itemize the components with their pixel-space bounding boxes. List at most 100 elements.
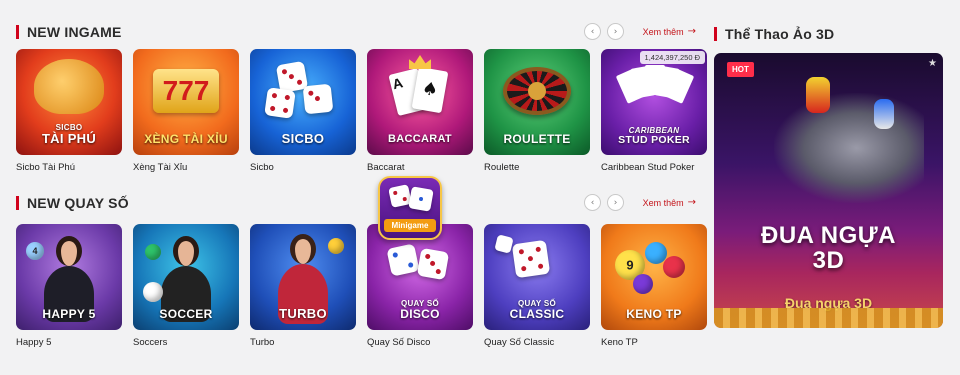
thumbnail-title: QUAY SỐ DISCO bbox=[400, 299, 440, 322]
game-card-sicbo-tai-phu[interactable]: SICBO TÀI PHÚ Sicbo Tài Phú bbox=[16, 49, 122, 173]
game-name: Quay Số Disco bbox=[367, 337, 431, 348]
section-header: Thể Thao Ảo 3D bbox=[714, 22, 943, 46]
soccer-ball-icon bbox=[143, 282, 163, 302]
dice-art bbox=[302, 83, 334, 115]
arrow-right-icon: → bbox=[687, 197, 696, 208]
carousel-nav: ‹ › bbox=[584, 23, 624, 40]
jockey-art bbox=[806, 77, 830, 113]
thumbnail-title: BACCARAT bbox=[388, 133, 452, 146]
dice-art bbox=[511, 239, 551, 279]
game-thumbnail[interactable]: 9 KENO TP bbox=[601, 224, 707, 330]
thumbnail-title: SICBO bbox=[281, 131, 325, 147]
horse-racing-banner[interactable]: HOT ★ ĐUA NGỰA 3D Đua ngựa 3D bbox=[714, 53, 943, 328]
jockey-art bbox=[874, 99, 894, 129]
thumbnail-title: CARIBBEAN STUD POKER bbox=[618, 125, 690, 146]
section-header: NEW QUAY SỐ ‹ › Xem thêm → bbox=[16, 191, 700, 215]
chevron-left-icon[interactable]: ‹ bbox=[584, 23, 601, 40]
game-thumbnail[interactable]: SOCCER bbox=[133, 224, 239, 330]
section-title: NEW QUAY SỐ bbox=[27, 195, 129, 211]
game-name: Keno TP bbox=[601, 337, 638, 348]
dice-art bbox=[416, 247, 450, 281]
see-more-label: Xem thêm bbox=[642, 26, 684, 37]
section-new-quay-so: NEW QUAY SỐ ‹ › Xem thêm → 4 HAPPY 5 Hap… bbox=[16, 191, 707, 348]
game-thumbnail[interactable]: 4 HAPPY 5 bbox=[16, 224, 122, 330]
game-card-xeng-tai-xiu[interactable]: 777 XÈNG TÀI XỈU Xèng Tài Xỉu bbox=[133, 49, 239, 173]
game-name: Soccers bbox=[133, 337, 168, 348]
game-thumbnail[interactable]: SICBO TÀI PHÚ bbox=[16, 49, 122, 155]
banner-title: ĐUA NGỰA 3D bbox=[760, 222, 896, 275]
host-head-art bbox=[56, 236, 82, 266]
minigame-label: Minigame bbox=[384, 219, 436, 232]
host-head-art bbox=[290, 234, 316, 264]
game-card-happy-5[interactable]: 4 HAPPY 5 Happy 5 bbox=[16, 224, 122, 348]
thumbnail-title: KENO TP bbox=[626, 307, 682, 322]
dragon-art bbox=[34, 59, 104, 114]
see-more-link[interactable]: Xem thêm → bbox=[643, 197, 696, 208]
chevron-right-icon[interactable]: › bbox=[607, 194, 624, 211]
dice-art bbox=[264, 87, 296, 119]
arrow-right-icon: → bbox=[687, 26, 696, 37]
game-card-keno-tp[interactable]: 9 KENO TP Keno TP bbox=[601, 224, 707, 348]
game-name: Baccarat bbox=[367, 162, 405, 173]
game-card-sicbo[interactable]: SICBO Sicbo bbox=[250, 49, 356, 173]
thumbnail-title: TURBO bbox=[279, 306, 327, 322]
chevron-right-icon[interactable]: › bbox=[607, 23, 624, 40]
see-more-label: Xem thêm bbox=[642, 197, 684, 208]
star-icon[interactable]: ★ bbox=[928, 58, 937, 69]
host-head-art bbox=[173, 236, 199, 266]
game-name: Xèng Tài Xỉu bbox=[133, 162, 188, 173]
dice-art bbox=[494, 234, 514, 254]
game-name: Sicbo bbox=[250, 162, 274, 173]
crown-icon bbox=[409, 55, 431, 69]
thumbnail-title: ROULETTE bbox=[503, 132, 571, 147]
lottery-ball-icon bbox=[145, 244, 161, 260]
roulette-center-art bbox=[528, 82, 546, 100]
see-more-link[interactable]: Xem thêm → bbox=[643, 26, 696, 37]
chevron-left-icon[interactable]: ‹ bbox=[584, 194, 601, 211]
horse-art bbox=[774, 93, 924, 203]
section-accent-bar bbox=[16, 25, 19, 39]
section-accent-bar bbox=[714, 27, 717, 41]
game-name: Turbo bbox=[250, 337, 275, 348]
game-name: Quay Số Classic bbox=[484, 337, 555, 348]
game-thumbnail[interactable]: A ♠ BACCARAT bbox=[367, 49, 473, 155]
section-title: Thể Thao Ảo 3D bbox=[725, 26, 835, 42]
game-thumbnail[interactable]: QUAY SỐ CLASSIC bbox=[484, 224, 590, 330]
game-name: Sicbo Tài Phú bbox=[16, 162, 75, 173]
section-header: NEW INGAME ‹ › Xem thêm → bbox=[16, 20, 700, 44]
dice-art bbox=[386, 243, 420, 277]
lottery-ball-icon: 4 bbox=[26, 242, 44, 260]
game-card-soccers[interactable]: SOCCER Soccers bbox=[133, 224, 239, 348]
lottery-ball-icon bbox=[328, 238, 344, 254]
game-name: Happy 5 bbox=[16, 337, 52, 348]
game-card-turbo[interactable]: TURBO Turbo bbox=[250, 224, 356, 348]
game-card-roulette[interactable]: ROULETTE Roulette bbox=[484, 49, 590, 173]
game-thumbnail[interactable]: 1,424,397,250 Đ CARIBBEAN STUD POKER bbox=[601, 49, 707, 155]
thumbnail-title: SICBO TÀI PHÚ bbox=[41, 122, 97, 147]
section-new-ingame: NEW INGAME ‹ › Xem thêm → SICBO TÀI PHÚ … bbox=[16, 20, 707, 173]
game-thumbnail[interactable]: SICBO bbox=[250, 49, 356, 155]
section-accent-bar bbox=[16, 196, 19, 210]
spade-card-art: ♠ bbox=[411, 66, 449, 114]
hot-badge: HOT bbox=[727, 62, 754, 77]
carousel-nav: ‹ › bbox=[584, 194, 624, 211]
thumbnail-title: HAPPY 5 bbox=[42, 307, 96, 322]
game-thumbnail[interactable]: TURBO bbox=[250, 224, 356, 330]
game-card-quay-so-classic[interactable]: QUAY SỐ CLASSIC Quay Số Classic bbox=[484, 224, 590, 348]
lottery-ball-icon bbox=[663, 256, 685, 278]
seven-symbol-art: 777 bbox=[162, 75, 210, 106]
lottery-ball-icon bbox=[633, 274, 653, 294]
thumbnail-title: QUAY SỐ CLASSIC bbox=[509, 299, 565, 322]
game-card-baccarat[interactable]: A ♠ BACCARAT Baccarat bbox=[367, 49, 473, 173]
dice-art bbox=[408, 186, 434, 212]
thumbnail-title: XÈNG TÀI XỈU bbox=[144, 132, 228, 147]
game-thumbnail[interactable]: 777 XÈNG TÀI XỈU bbox=[133, 49, 239, 155]
section-title: NEW INGAME bbox=[27, 24, 122, 40]
coins-decoration bbox=[714, 308, 943, 328]
game-name: Caribbean Stud Poker bbox=[601, 162, 695, 173]
game-thumbnail[interactable]: ROULETTE bbox=[484, 49, 590, 155]
game-card-caribbean-stud-poker[interactable]: 1,424,397,250 Đ CARIBBEAN STUD POKER Car… bbox=[601, 49, 707, 173]
virtual-sports-panel: Thể Thao Ảo 3D HOT ★ ĐUA NGỰA 3D Đua ngự… bbox=[714, 22, 943, 328]
game-card-quay-so-disco[interactable]: QUAY SỐ DISCO Quay Số Disco bbox=[367, 224, 473, 348]
minigame-launcher-button[interactable]: Minigame bbox=[378, 176, 442, 240]
